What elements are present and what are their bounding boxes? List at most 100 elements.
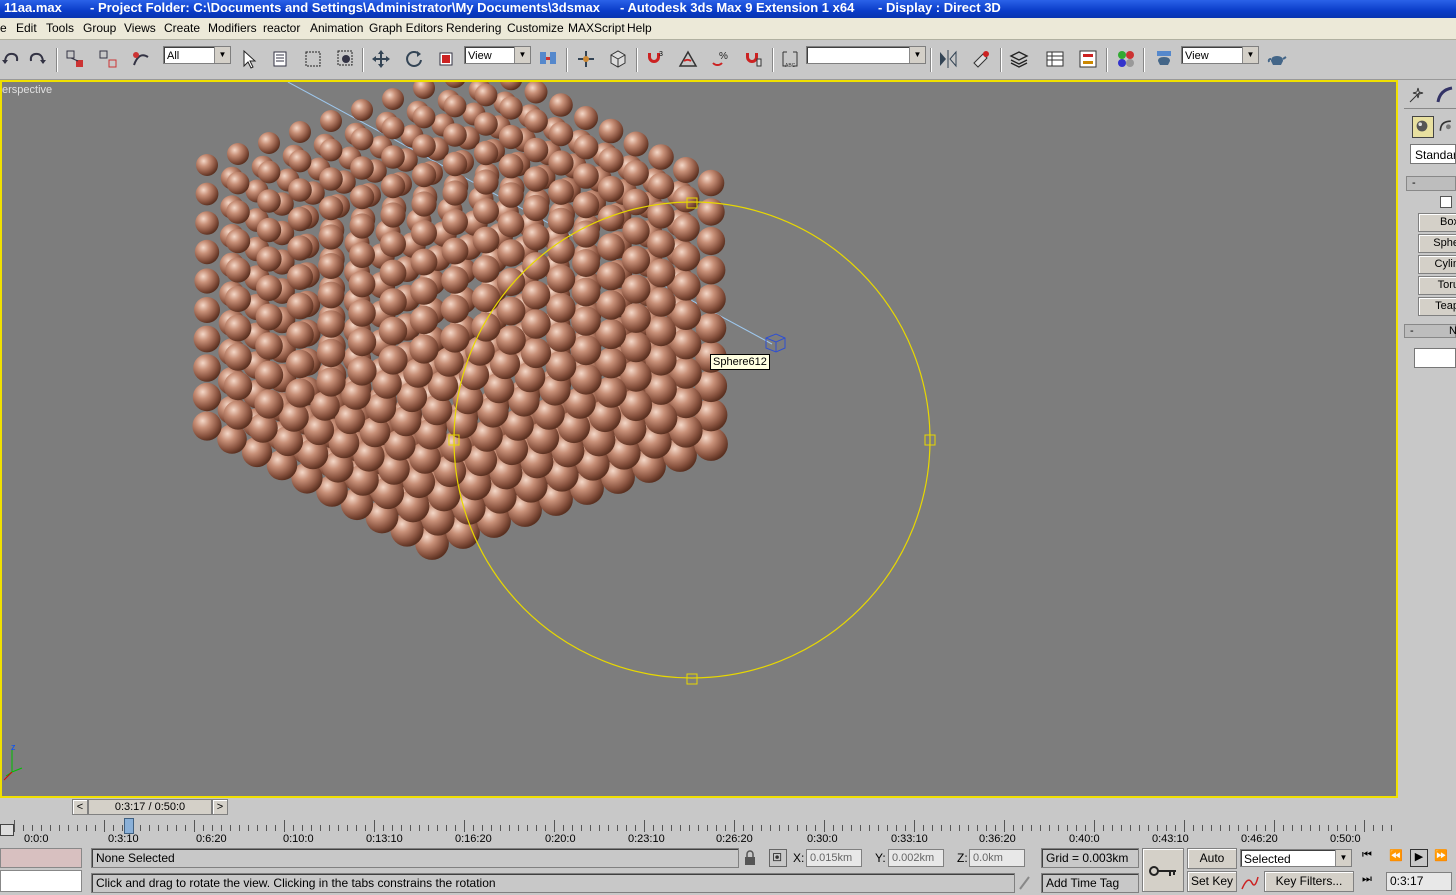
- sphere-object[interactable]: [319, 138, 343, 162]
- menu-edit[interactable]: Edit: [16, 21, 37, 35]
- menu-customize[interactable]: Customize: [507, 21, 564, 35]
- sphere-object[interactable]: [598, 118, 624, 144]
- sphere-object[interactable]: [257, 189, 281, 213]
- sphere-object[interactable]: [522, 223, 550, 251]
- sphere-object[interactable]: [254, 360, 284, 390]
- sphere-object[interactable]: [573, 163, 599, 189]
- sphere-object[interactable]: [473, 140, 499, 166]
- sphere-object[interactable]: [547, 207, 575, 235]
- selection-lock-icon[interactable]: [743, 850, 757, 866]
- sphere-object[interactable]: [258, 132, 280, 154]
- geometry-category-icon[interactable]: [1412, 116, 1434, 138]
- sphere-object[interactable]: [696, 255, 726, 285]
- sphere-object[interactable]: [441, 237, 469, 265]
- sphere-object[interactable]: [546, 322, 576, 352]
- y-coordinate-field[interactable]: 0.002km: [888, 849, 944, 867]
- layer-manager-icon[interactable]: [1008, 48, 1030, 70]
- sphere-object[interactable]: [597, 175, 625, 203]
- sphere-object[interactable]: [349, 242, 375, 268]
- sphere-object[interactable]: [381, 145, 405, 169]
- sphere-object[interactable]: [646, 258, 676, 288]
- sphere-object[interactable]: [546, 293, 576, 323]
- menu-help[interactable]: Help: [627, 21, 652, 35]
- sphere-object[interactable]: [671, 271, 701, 301]
- sphere-object[interactable]: [574, 106, 598, 130]
- menu-group[interactable]: Group: [83, 21, 116, 35]
- menu-rendering[interactable]: Rendering: [446, 21, 501, 35]
- menu-animation[interactable]: Animation: [310, 21, 363, 35]
- sphere-object[interactable]: [226, 200, 250, 224]
- menu-modifiers[interactable]: Modifiers: [208, 21, 257, 35]
- sphere-object[interactable]: [696, 284, 726, 314]
- sphere-object[interactable]: [255, 332, 283, 360]
- sphere-object[interactable]: [440, 323, 470, 353]
- select-and-scale-icon[interactable]: [436, 48, 458, 70]
- sphere-object[interactable]: [441, 266, 469, 294]
- sphere-object[interactable]: [287, 235, 313, 261]
- sphere-object[interactable]: [621, 245, 651, 275]
- sphere-object[interactable]: [256, 275, 282, 301]
- sphere-object[interactable]: [442, 209, 468, 235]
- sphere-object[interactable]: [498, 182, 524, 208]
- sphere-object[interactable]: [224, 343, 252, 371]
- play-icon[interactable]: ▶: [1410, 849, 1428, 867]
- menu-reactor[interactable]: reactor: [263, 21, 300, 35]
- sphere-object[interactable]: [443, 94, 467, 118]
- sphere-object[interactable]: [522, 194, 550, 222]
- modify-tab-icon[interactable]: [1434, 84, 1456, 106]
- sphere-object[interactable]: [286, 292, 314, 320]
- key-mode-toggle-icon[interactable]: ⏭: [1362, 873, 1380, 891]
- current-time-marker[interactable]: [124, 818, 134, 834]
- sphere-object[interactable]: [347, 327, 377, 357]
- auto-key-button[interactable]: Auto Key: [1187, 848, 1237, 884]
- sphere-object[interactable]: [473, 169, 499, 195]
- sphere-object[interactable]: [548, 150, 574, 176]
- sphere-object[interactable]: [350, 127, 374, 151]
- sphere-object[interactable]: [316, 367, 346, 397]
- sphere-object[interactable]: [673, 157, 699, 183]
- menu-tools[interactable]: Tools: [46, 21, 74, 35]
- select-and-link-icon[interactable]: [64, 48, 86, 70]
- sphere-object[interactable]: [646, 287, 676, 317]
- sphere-object[interactable]: [349, 213, 375, 239]
- sphere-object[interactable]: [193, 325, 221, 353]
- sphere-object[interactable]: [320, 110, 342, 132]
- time-tag-icon[interactable]: [1017, 874, 1033, 892]
- schematic-view-icon[interactable]: [1077, 48, 1099, 70]
- sphere-button[interactable]: Sphe: [1418, 234, 1456, 253]
- sphere-object[interactable]: [378, 345, 408, 375]
- name-color-rollout[interactable]: -N: [1404, 324, 1456, 338]
- sphere-object[interactable]: [317, 310, 345, 338]
- menu-create[interactable]: Create: [164, 21, 200, 35]
- sphere-object[interactable]: [256, 246, 282, 272]
- maxscript-input-mini[interactable]: [0, 870, 82, 892]
- sphere-object[interactable]: [195, 211, 219, 235]
- sphere-object[interactable]: [523, 137, 549, 163]
- sphere-object[interactable]: [413, 82, 435, 99]
- sphere-object[interactable]: [623, 131, 649, 157]
- sphere-object[interactable]: [572, 249, 600, 277]
- sphere-object[interactable]: [596, 290, 626, 320]
- sphere-object[interactable]: [256, 217, 282, 243]
- time-prev-button[interactable]: <: [72, 799, 88, 815]
- sphere-object[interactable]: [597, 204, 625, 232]
- sphere-object[interactable]: [442, 151, 468, 177]
- sphere-object[interactable]: [471, 312, 501, 342]
- sphere-object[interactable]: [496, 267, 526, 297]
- sphere-object[interactable]: [621, 303, 651, 333]
- sphere-object[interactable]: [548, 121, 574, 147]
- sphere-object[interactable]: [549, 93, 573, 117]
- current-time-field[interactable]: 0:3:17: [1386, 872, 1452, 891]
- sphere-object[interactable]: [443, 123, 467, 147]
- sphere-object[interactable]: [409, 305, 439, 335]
- previous-frame-icon[interactable]: ⏪: [1389, 849, 1407, 867]
- sphere-object[interactable]: [440, 294, 470, 324]
- sphere-object[interactable]: [285, 378, 315, 408]
- autogrid-checkbox[interactable]: [1440, 196, 1452, 208]
- sphere-object[interactable]: [192, 411, 222, 441]
- sphere-object[interactable]: [379, 288, 407, 316]
- sphere-object[interactable]: [474, 112, 498, 136]
- sphere-object[interactable]: [381, 116, 405, 140]
- sphere-object[interactable]: [316, 338, 346, 368]
- sphere-object[interactable]: [496, 296, 526, 326]
